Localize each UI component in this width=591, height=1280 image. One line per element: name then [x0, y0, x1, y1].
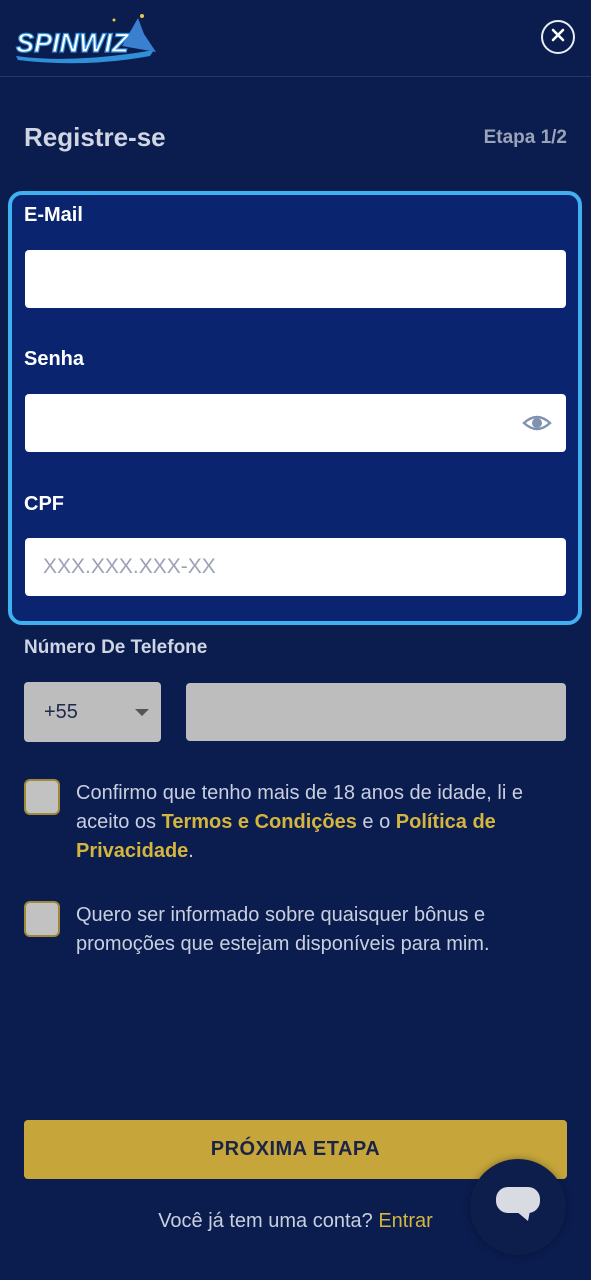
- phone-label: Número De Telefone: [24, 637, 208, 658]
- terms-link[interactable]: Termos e Condições: [162, 811, 357, 833]
- email-field[interactable]: [25, 250, 566, 308]
- step-indicator: Etapa 1/2: [483, 127, 567, 148]
- svg-text:SPINWIZ: SPINWIZ: [16, 28, 130, 58]
- password-label: Senha: [24, 348, 85, 370]
- terms-text: Confirmo que tenho mais de 18 anos de id…: [76, 782, 523, 862]
- caret-down-icon: [135, 709, 149, 716]
- password-field[interactable]: [25, 394, 566, 452]
- email-label: E-Mail: [24, 204, 83, 226]
- cpf-label: CPF: [24, 493, 64, 515]
- chat-button[interactable]: [470, 1159, 566, 1255]
- spinwiz-logo[interactable]: SPINWIZ: [14, 12, 159, 64]
- chat-bubble-icon: [494, 1185, 542, 1230]
- phone-number-field[interactable]: [186, 683, 566, 741]
- country-code-value: +55: [44, 700, 78, 723]
- page-title: Registre-se: [24, 122, 166, 152]
- promo-text: Quero ser informado sobre quaisquer bônu…: [76, 904, 490, 955]
- promo-checkbox[interactable]: [24, 901, 60, 937]
- close-icon: [551, 28, 565, 47]
- close-button[interactable]: [541, 20, 575, 54]
- cpf-field[interactable]: [25, 538, 566, 596]
- login-link[interactable]: Entrar: [378, 1210, 432, 1232]
- country-code-select[interactable]: +55: [24, 682, 161, 742]
- header: SPINWIZ: [0, 0, 591, 77]
- terms-checkbox[interactable]: [24, 779, 60, 815]
- eye-icon[interactable]: [522, 409, 552, 437]
